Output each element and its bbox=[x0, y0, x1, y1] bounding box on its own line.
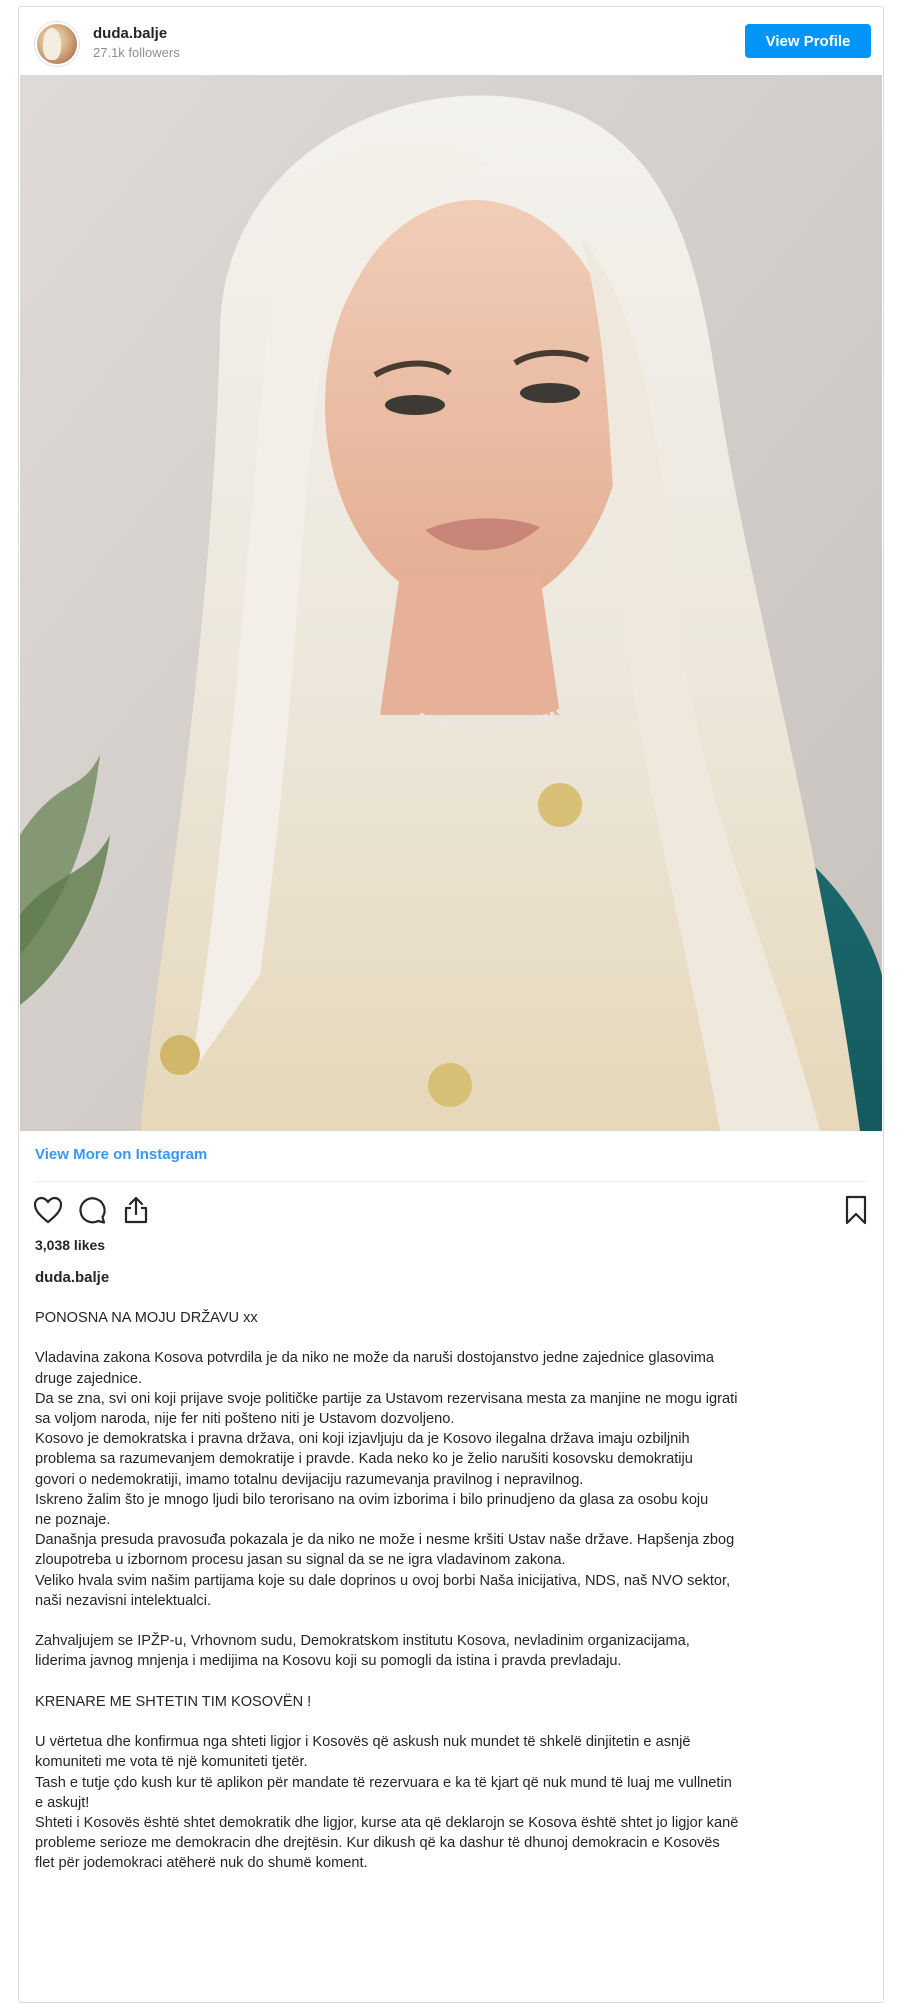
caption-line: druge zajednice. bbox=[35, 1370, 143, 1387]
caption-line: Kosovo je demokratska i pravna država, o… bbox=[35, 1431, 690, 1448]
caption-line: Veliko hvala svim našim partijama koje s… bbox=[35, 1572, 731, 1589]
follower-count: 27.1k followers bbox=[93, 45, 180, 60]
caption-line: problema sa razumevanjem demokratije i p… bbox=[35, 1451, 693, 1468]
comment-icon[interactable] bbox=[75, 1193, 109, 1227]
caption-line: U vërtetua dhe konfirmua nga shteti ligj… bbox=[35, 1734, 691, 1751]
profile-username[interactable]: duda.balje bbox=[93, 25, 167, 42]
caption-line: KRENARE ME SHTETIN TIM KOSOVËN ! bbox=[35, 1693, 312, 1710]
post-photo[interactable] bbox=[20, 75, 882, 1131]
caption-line: Vladavina zakona Kosova potvrdila je da … bbox=[35, 1350, 715, 1367]
caption-line bbox=[35, 1611, 865, 1631]
caption-line: Zahvaljujem se IPŽP-u, Vrhovnom sudu, De… bbox=[35, 1633, 690, 1650]
caption-line: Iskreno žalim što je mnogo ljudi bilo te… bbox=[35, 1491, 709, 1508]
caption-line: Tash e tutje çdo kush kur të aplikon për… bbox=[35, 1774, 732, 1791]
bookmark-icon[interactable] bbox=[839, 1193, 873, 1227]
caption-line: govori o nedemokratiji, imamo totalnu de… bbox=[35, 1471, 584, 1488]
post-caption: PONOSNA NA MOJU DRŽAVU xx Vladavina zakon… bbox=[35, 1308, 865, 1874]
caption-line bbox=[35, 1712, 865, 1732]
post-actions bbox=[31, 1193, 873, 1227]
caption-line: e askujt! bbox=[35, 1794, 90, 1811]
caption-line: PONOSNA NA MOJU DRŽAVU xx bbox=[35, 1310, 258, 1326]
caption-line: flet për jodemokraci atëherë nuk do shum… bbox=[35, 1855, 368, 1872]
view-more-on-instagram-link[interactable]: View More on Instagram bbox=[35, 1146, 207, 1163]
avatar[interactable] bbox=[35, 22, 79, 66]
heart-icon[interactable] bbox=[31, 1193, 65, 1227]
caption-line: naši nezavisni intelektualci. bbox=[35, 1592, 212, 1609]
caption-line bbox=[35, 1672, 865, 1692]
portrait-image bbox=[20, 75, 882, 1131]
like-count[interactable]: 3,038 likes bbox=[35, 1237, 105, 1253]
caption-line: ne poznaje. bbox=[35, 1512, 111, 1529]
caption-line: probleme serioze me demokracin dhe drejt… bbox=[35, 1835, 720, 1852]
post-header: duda.balje 27.1k followers View Profile bbox=[19, 7, 883, 75]
caption-line: Današnja presuda pravosuđa pokazala je d… bbox=[35, 1532, 735, 1549]
view-profile-button[interactable]: View Profile bbox=[745, 24, 871, 58]
instagram-embed-card: duda.balje 27.1k followers View Profile bbox=[18, 6, 884, 2003]
caption-line: komuniteti me vota të një komuniteti tje… bbox=[35, 1754, 308, 1771]
caption-username[interactable]: duda.balje bbox=[35, 1269, 109, 1286]
caption-line: zloupotreba u izbornom procesu jasan su … bbox=[35, 1552, 566, 1569]
caption-line: sa voljom naroda, nije fer niti pošteno … bbox=[35, 1411, 455, 1427]
caption-line: liderima javnog mnjenja i medijima na Ko… bbox=[35, 1653, 622, 1670]
share-icon[interactable] bbox=[119, 1193, 153, 1227]
caption-line bbox=[35, 1328, 865, 1348]
divider bbox=[35, 1181, 867, 1182]
caption-line: Shteti i Kosovës është shtet demokratik … bbox=[35, 1815, 739, 1832]
caption-line: Da se zna, svi oni koji prijave svoje po… bbox=[35, 1390, 738, 1407]
